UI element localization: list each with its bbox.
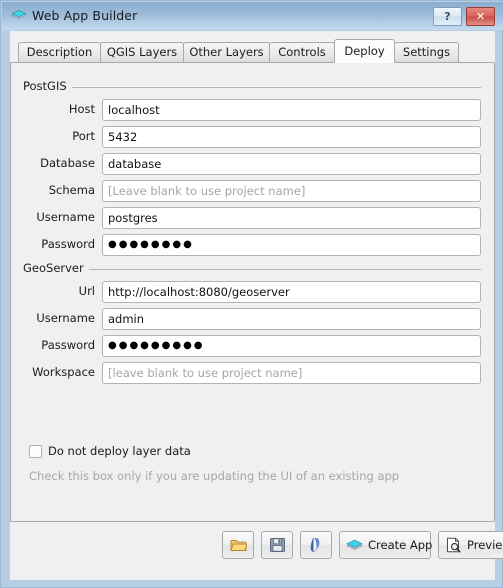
open-button[interactable] [222,531,254,559]
window-title: Web App Builder [32,8,138,23]
form-row: Host localhost [23,99,481,121]
folder-icon [230,537,248,553]
postgis-port-input[interactable]: 5432 [102,126,481,148]
geoserver-url-input[interactable]: http://localhost:8080/geoserver [102,281,481,303]
app-icon [11,9,27,24]
title-bar: Web App Builder ? ✕ [2,2,503,30]
form-row: Schema [Leave blank to use project name] [23,180,481,202]
geoserver-password-label: Password [41,338,95,352]
tab-deploy[interactable]: Deploy [334,39,395,63]
geoserver-username-label: Username [36,311,95,325]
floppy-disk-icon [269,537,286,553]
postgis-schema-label: Schema [48,183,95,197]
deploy-tab-page: PostGIS Host localhost Port 5432 Database dat… [10,62,495,522]
form-row: Database database [23,153,481,175]
postgis-group-title: PostGIS [23,79,72,93]
no-deploy-hint-text: Check this box only if you are updating … [29,469,400,483]
form-row: Url http://localhost:8080/geoserver [23,281,481,303]
tab-qgis-layers[interactable]: QGIS Layers [100,42,184,63]
qgis-logo-icon [308,537,325,553]
geoserver-workspace-label: Workspace [32,365,95,379]
geoserver-password-input[interactable]: ●●●●●●●●● [102,335,481,357]
postgis-database-label: Database [40,156,95,170]
form-row: Password ●●●●●●●● [23,234,481,256]
bottom-button-bar: Create App Preview [10,531,503,565]
form-row: Password ●●●●●●●●● [23,335,481,357]
tab-controls[interactable]: Controls [269,42,335,63]
postgis-password-input[interactable]: ●●●●●●●● [102,234,481,256]
postgis-host-input[interactable]: localhost [102,99,481,121]
postgis-schema-input[interactable]: [Leave blank to use project name] [102,180,481,202]
tab-description[interactable]: Description [18,42,101,63]
no-deploy-layer-data-checkbox[interactable] [29,445,42,458]
client-area: Description QGIS Layers Other Layers Contro… [10,31,503,580]
tab-settings[interactable]: Settings [394,42,459,63]
preview-button[interactable]: Preview [438,531,503,559]
form-row: Workspace [leave blank to use project nam… [23,362,481,384]
tab-bar: Description QGIS Layers Other Layers Contro… [10,39,495,63]
geoserver-username-input[interactable]: admin [102,308,481,330]
geoserver-group-divider [23,269,481,270]
qgis-button[interactable] [300,531,332,559]
create-app-button-label: Create App [368,538,433,552]
postgis-username-input[interactable]: postgres [102,207,481,229]
postgis-username-label: Username [36,210,95,224]
postgis-port-label: Port [72,129,95,143]
postgis-password-label: Password [41,237,95,251]
app-window: Web App Builder ? ✕ Description QGIS Laye… [0,0,503,588]
save-button[interactable] [261,531,293,559]
close-button[interactable]: ✕ [466,7,495,26]
form-row: Username postgres [23,207,481,229]
help-button[interactable]: ? [433,7,462,26]
create-app-button[interactable]: Create App [339,531,433,559]
postgis-group-divider [23,87,481,88]
tab-other-layers[interactable]: Other Layers [183,42,270,63]
page-magnifier-icon [445,537,462,553]
geoserver-url-label: Url [78,284,95,298]
form-row: Port 5432 [23,126,481,148]
preview-button-label: Preview [467,538,503,552]
no-deploy-layer-data-label: Do not deploy layer data [48,444,191,458]
geoserver-workspace-input[interactable]: [leave blank to use project name] [102,362,481,384]
geoserver-group-title: GeoServer [23,261,89,275]
cyan-diamond-icon [346,537,363,553]
form-row: Username admin [23,308,481,330]
postgis-host-label: Host [68,102,95,116]
postgis-database-input[interactable]: database [102,153,481,175]
